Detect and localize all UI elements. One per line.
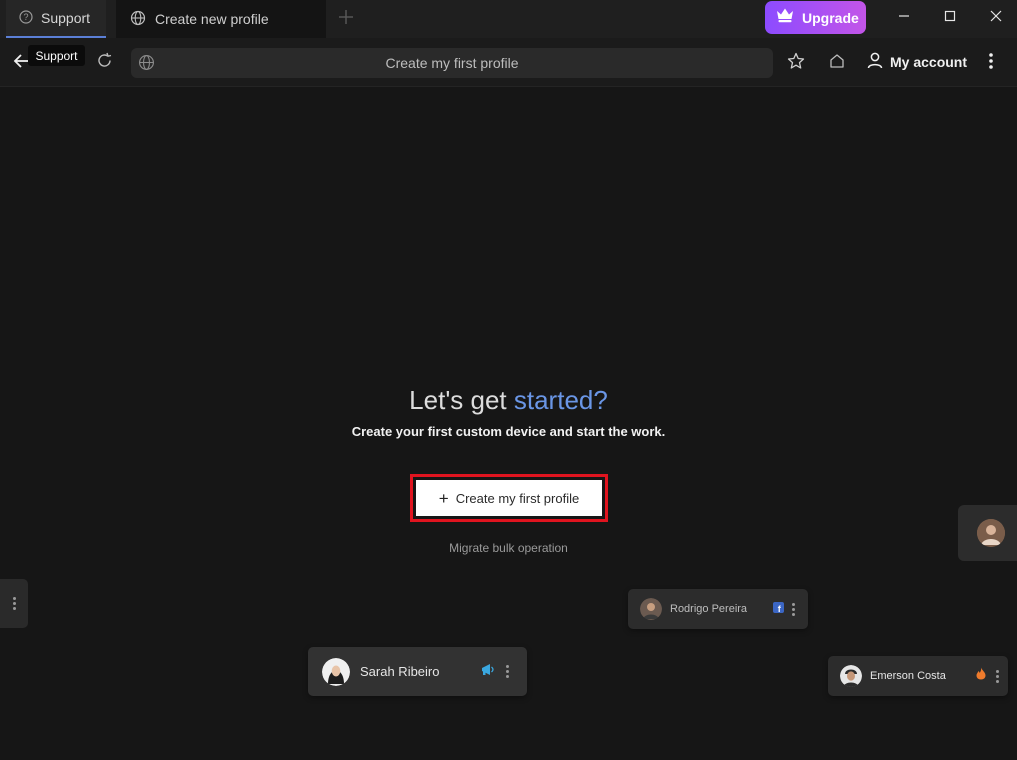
my-account-label: My account	[890, 54, 968, 70]
page-subtitle: Create your first custom device and star…	[351, 424, 666, 439]
minimize-icon	[898, 9, 910, 27]
profile-card: Rodrigo Pereira f	[628, 589, 808, 629]
user-icon	[866, 51, 884, 74]
more-vertical-icon	[988, 52, 994, 75]
close-window-button[interactable]	[973, 0, 1017, 36]
star-icon	[787, 52, 805, 75]
address-bar-text: Create my first profile	[385, 55, 519, 71]
profile-card: Emerson Costa	[828, 656, 1008, 696]
profile-bubble	[958, 505, 1017, 561]
create-first-profile-label: Create my first profile	[455, 490, 580, 506]
megaphone-icon	[481, 663, 496, 681]
more-menu-button[interactable]	[979, 51, 1003, 75]
avatar	[322, 657, 350, 686]
tab-bar: ? Support Create new profile Upgrade	[0, 0, 1017, 38]
avatar	[977, 519, 1005, 547]
profile-card: Sarah Ribeiro	[308, 647, 527, 696]
maximize-icon	[944, 9, 956, 27]
more-vertical-icon	[996, 669, 999, 683]
tab-support[interactable]: ? Support	[6, 0, 106, 38]
tab-support-label: Support	[41, 10, 91, 26]
upgrade-label: Upgrade	[802, 9, 859, 26]
arrow-left-icon	[13, 53, 29, 74]
reload-button[interactable]	[92, 51, 116, 75]
maximize-button[interactable]	[927, 0, 973, 36]
tinder-flame-icon	[976, 667, 986, 685]
more-vertical-icon	[792, 602, 795, 616]
home-icon	[829, 53, 845, 74]
home-button[interactable]	[825, 51, 849, 75]
create-first-profile-button[interactable]: + Create my first profile	[416, 480, 602, 516]
avatar	[640, 598, 662, 620]
address-bar[interactable]: Create my first profile	[131, 48, 773, 78]
tooltip-support: Support	[28, 45, 85, 66]
close-icon	[990, 9, 1002, 27]
side-panel-handle[interactable]	[0, 579, 28, 628]
my-account-button[interactable]: My account	[866, 50, 967, 74]
more-vertical-icon	[12, 597, 16, 610]
profile-card-name: Sarah Ribeiro	[360, 664, 440, 679]
profile-card-name: Emerson Costa	[870, 670, 946, 682]
tab-create-label: Create new profile	[155, 11, 269, 27]
reload-icon	[96, 52, 113, 74]
globe-icon	[130, 10, 146, 29]
avatar	[840, 665, 862, 687]
highlight-frame: + Create my first profile	[410, 474, 608, 522]
tab-create-new-profile[interactable]: Create new profile	[116, 0, 326, 38]
svg-text:?: ?	[23, 12, 28, 22]
page-title-text: Let's get	[409, 385, 514, 415]
facebook-icon: f	[773, 600, 784, 618]
more-vertical-icon	[506, 665, 509, 678]
page-title: Let's get started?	[0, 385, 1017, 416]
upgrade-button[interactable]: Upgrade	[765, 1, 866, 34]
page-title-accent: started?	[513, 385, 608, 415]
plus-icon	[339, 9, 353, 29]
plus-icon: +	[438, 488, 449, 508]
profile-card-name: Rodrigo Pereira	[670, 603, 748, 615]
help-circle-icon: ?	[19, 9, 33, 27]
bookmark-button[interactable]	[784, 51, 808, 75]
crown-icon	[776, 7, 794, 28]
new-tab-button[interactable]	[334, 7, 358, 31]
minimize-button[interactable]	[881, 0, 927, 36]
migrate-bulk-link[interactable]: Migrate bulk operation	[0, 541, 1017, 555]
